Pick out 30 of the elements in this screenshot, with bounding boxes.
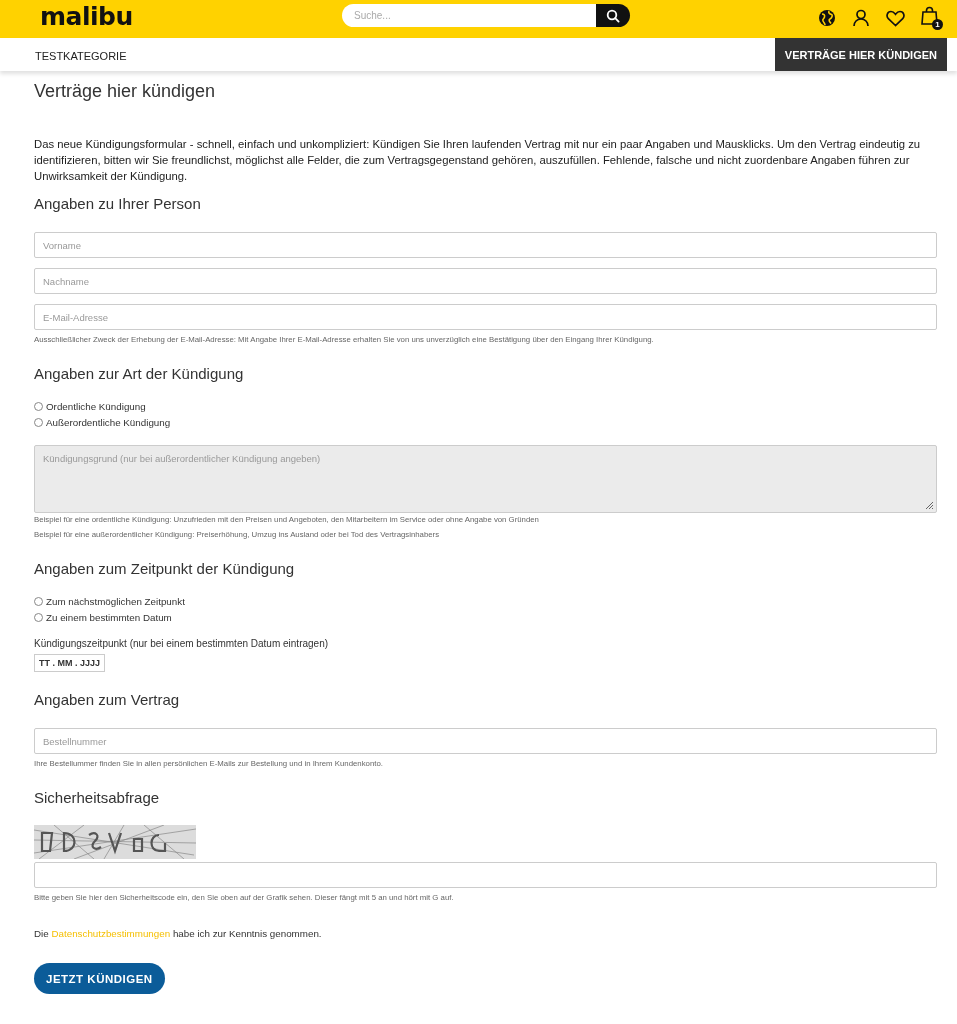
input-field[interactable]: Bestellnummer xyxy=(34,728,937,754)
section-heading: Angaben zum Vertrag xyxy=(34,690,181,710)
logo[interactable]: malibu xyxy=(40,2,133,31)
date-field[interactable]: TT . MM . JJJJ xyxy=(34,654,105,672)
input-field[interactable]: Vorname xyxy=(34,232,937,258)
cart-count-badge: 1 xyxy=(932,19,943,30)
submit-button[interactable]: JETZT KÜNDIGEN xyxy=(34,963,165,994)
section-heading: Angaben zu Ihrer Person xyxy=(34,194,202,214)
field-label: Kündigungszeitpunkt (nur bei einem bestimmten Datum eintragen) xyxy=(34,637,330,651)
user-icon[interactable] xyxy=(852,9,870,27)
search-button[interactable] xyxy=(596,4,630,27)
intro-paragraph: Das neue Kündigungsformular - schnell, einfach und unkompliziert: Kündigen Sie Ihren laufenden Vertrag mit nur ein paar Angaben und Mausklicks. Um den Vertrag eindeutig zu identifizieren, bitten wir Sie freundlichst, möglichst alle Felder, die zum Vertragsgegenstand gehören, auszufüllen. Fehlende, falsche und nicht zuordenbare Angaben führen zur Unwirksamkeit der Kündigung. xyxy=(34,137,922,184)
search-field[interactable]: Suche... xyxy=(342,4,596,27)
radio-option[interactable]: Ordentliche Kündigung xyxy=(34,398,937,414)
input-field[interactable] xyxy=(34,862,937,888)
input-field[interactable]: E-Mail-Adresse xyxy=(34,304,937,330)
section-heading: Angaben zum Zeitpunkt der Kündigung xyxy=(34,559,296,579)
nav-link[interactable]: TESTKATEGORIE xyxy=(35,49,127,62)
page-title: Verträge hier kündigen xyxy=(34,80,217,102)
heart-icon[interactable] xyxy=(886,9,905,27)
cancel-contracts-link[interactable]: VERTRÄGE HIER KÜNDIGEN xyxy=(774,38,947,71)
section-heading: Sicherheitsabfrage xyxy=(34,788,161,808)
section-heading: Angaben zur Art der Kündigung xyxy=(34,364,245,384)
globe-icon[interactable] xyxy=(818,9,836,27)
radio-option[interactable]: Außerordentliche Kündigung xyxy=(34,414,937,430)
search-icon xyxy=(606,8,620,23)
privacy-consent-text: Die Datenschutzbestimmungen habe ich zur Kenntnis genommen. xyxy=(34,928,323,939)
input-field[interactable]: Nachname xyxy=(34,268,937,294)
radio-option[interactable]: Zum nächstmöglichen Zeitpunkt xyxy=(34,593,937,609)
radio-option[interactable]: Zu einem bestimmten Datum xyxy=(34,609,937,625)
